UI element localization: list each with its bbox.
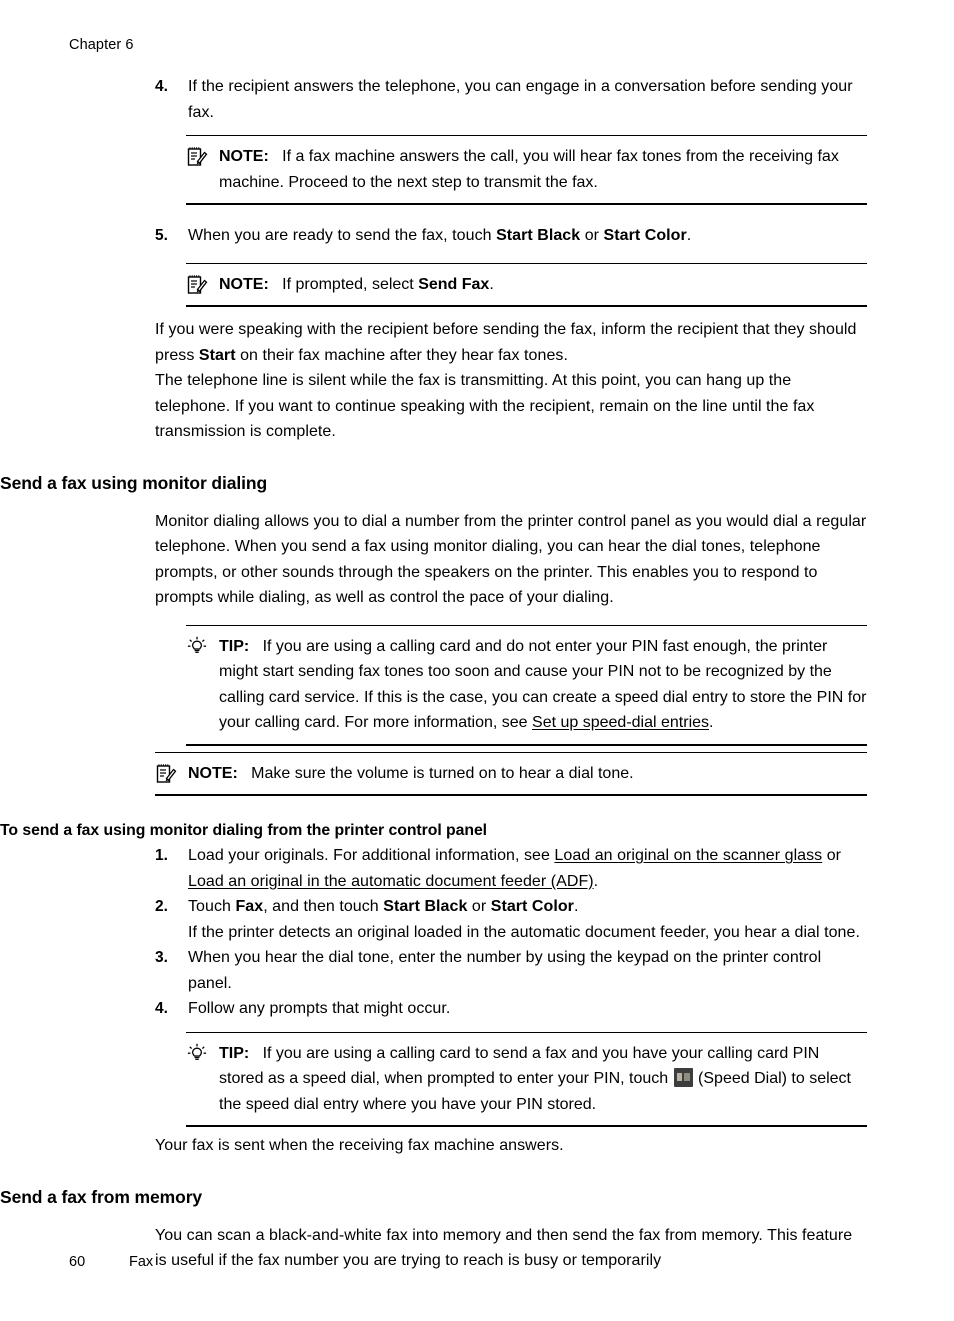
steps-list-top-2: 5. When you are ready to send the fax, t… [155,223,867,249]
page-footer: 60 Fax [69,1253,153,1271]
page-title-from-memory: Send a fax from memory [0,1186,203,1207]
note-box-fax-tones: NOTE: If a fax machine answers the call,… [186,135,867,205]
note-text: If a fax machine answers the call, you w… [219,148,839,191]
footer-page-number: 60 [69,1254,86,1270]
step-bold-start-color: Start Color [490,898,574,915]
paragraph-suffix: on their fax machine after they hear fax… [235,346,568,364]
step-text-mid: , and then touch [263,898,384,915]
page-content: 4. If the recipient answers the telephon… [0,74,954,1274]
step-text-prefix: Load your originals. For additional info… [188,847,555,864]
tip-text-suffix: . [709,714,714,731]
step-text: Follow any prompts that might occur. [188,1000,451,1017]
document-page: Chapter 6 4. If the recipient answers th… [0,0,954,1321]
tip-box-speed-dial: TIP: If you are using a calling card to … [186,1031,867,1127]
step-text: Touch Fax, and then touch Start Black or… [188,894,867,920]
page-title-monitor-dialing: Send a fax using monitor dialing [0,472,268,493]
step-text: If the recipient answers the telephone, … [188,78,853,121]
note-text: Make sure the volume is turned on to hea… [251,764,634,782]
note-label: NOTE: [219,148,269,165]
step-continuation: If the printer detects an original loade… [188,923,860,941]
step-text-suffix: . [593,872,599,890]
list-item: 4. If the recipient answers the telephon… [155,74,867,125]
step-text-suffix: . [573,898,579,915]
note-box-volume: NOTE: Make sure the volume is turned on … [155,751,867,796]
step-bold-fax: Fax [235,898,264,915]
procedure-steps-list: 1. Load your originals. For additional i… [155,843,867,1022]
paragraph-bold-start: Start [198,346,236,364]
tip-label: TIP: [219,1044,250,1062]
step-text-suffix: . [686,227,692,244]
note-bold-send-fax: Send Fax [418,275,490,293]
note-icon [155,763,177,785]
paragraph-telephone-silent: The telephone line is silent while the f… [155,372,815,440]
paragraph-speaking-recipient: If you were speaking with the recipient … [155,317,867,368]
note-icon [186,146,208,168]
link-load-original-scanner-glass[interactable]: Load an original on the scanner glass [554,847,822,864]
note-text-prefix: If prompted, select [282,275,419,293]
list-item: 1. Load your originals. For additional i… [155,843,867,894]
step-text: When you hear the dial tone, enter the n… [188,949,822,992]
step-text: When you are ready to send the fax, touc… [188,223,867,249]
paragraph-fax-sent-closing: Your fax is sent when the receiving fax … [155,1137,564,1154]
note-label: NOTE: [219,275,269,293]
tip-label: TIP: [219,637,250,655]
running-header: Chapter 6 [69,37,134,53]
step-bold-start-black: Start Black [496,227,581,244]
step-number: 1. [155,847,168,864]
tip-lightbulb-icon [186,636,208,658]
step-bold-start-color: Start Color [603,227,687,244]
step-text-mid: or [822,847,842,864]
step-number: 3. [155,949,168,966]
note-label: NOTE: [188,764,238,782]
footer-section-name: Fax [129,1254,154,1270]
step-bold-start-black: Start Black [383,898,468,915]
note-text-suffix: . [489,275,494,293]
tip-lightbulb-icon [186,1043,208,1065]
link-set-up-speed-dial-entries[interactable]: Set up speed-dial entries [532,714,709,731]
step-number: 4. [155,1000,168,1017]
tip-box-calling-card-pin: TIP: If you are using a calling card and… [186,624,867,746]
post-note-paragraphs: If you were speaking with the recipient … [155,317,867,445]
paragraph-monitor-dialing-intro: Monitor dialing allows you to dial a num… [155,512,867,607]
step-text-prefix: Touch [188,898,236,915]
list-item: 4. Follow any prompts that might occur. [155,996,867,1022]
speed-dial-icon [673,1068,693,1087]
step-text-prefix: When you are ready to send the fax, touc… [188,227,497,244]
note-icon [186,274,208,296]
step-text-mid2: or [467,898,491,915]
link-load-original-adf[interactable]: Load an original in the automatic docume… [188,873,594,890]
steps-list-top: 4. If the recipient answers the telephon… [155,74,867,125]
list-item: 3. When you hear the dial tone, enter th… [155,945,867,996]
list-item: 5. When you are ready to send the fax, t… [155,223,867,249]
step-number: 5. [155,227,168,244]
step-text: Load your originals. For additional info… [188,843,867,894]
list-item: 2. Touch Fax, and then touch Start Black… [155,894,867,945]
note-box-send-fax: NOTE: If prompted, select Send Fax. [186,262,867,307]
paragraph-from-memory-intro: You can scan a black-and-white fax into … [155,1226,853,1270]
procedure-heading: To send a fax using monitor dialing from… [0,822,488,839]
step-text-mid: or [580,227,604,244]
step-number: 2. [155,898,168,915]
step-number: 4. [155,78,168,95]
